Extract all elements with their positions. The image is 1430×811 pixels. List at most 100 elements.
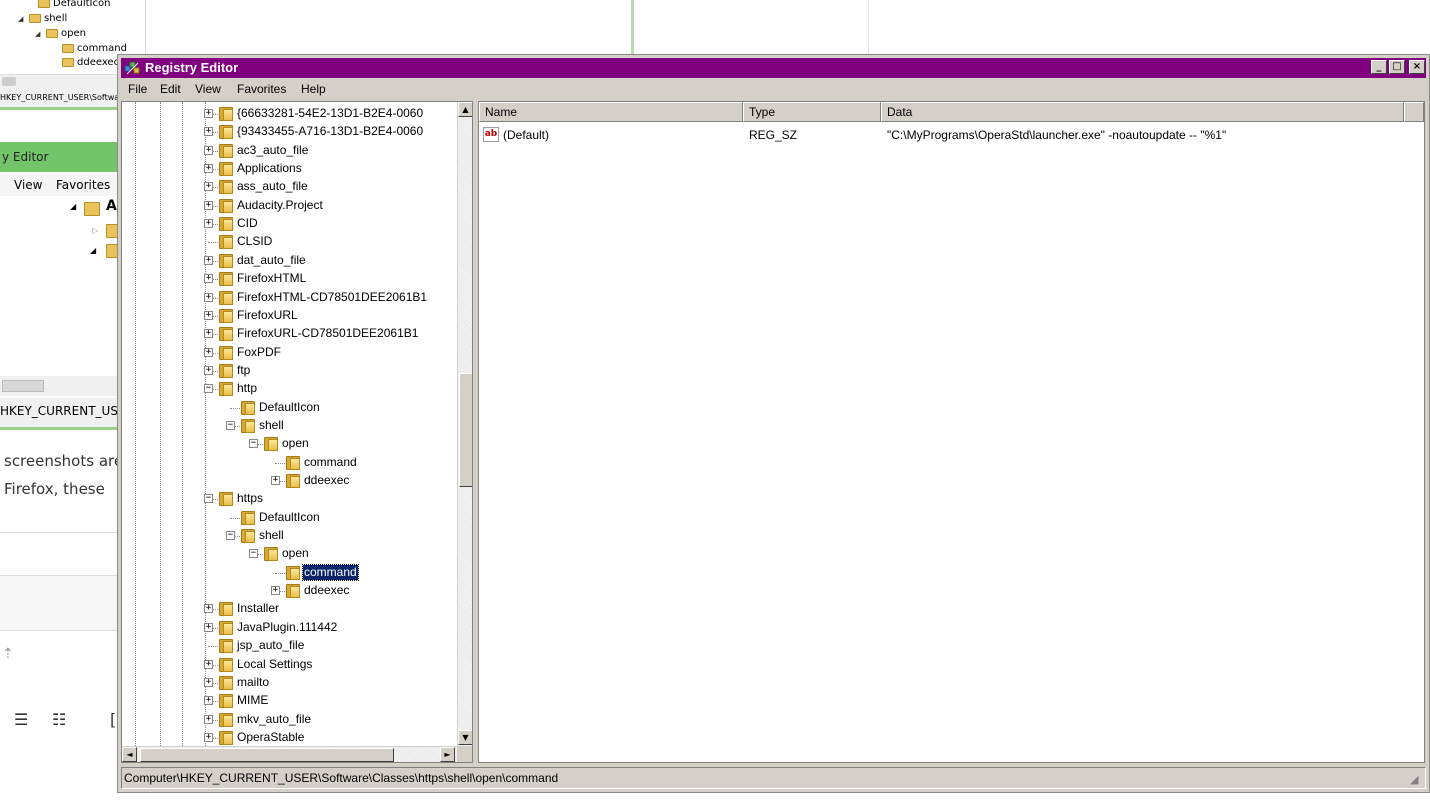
expand-button[interactable]: + [204, 274, 213, 284]
collapse-button[interactable]: − [249, 439, 258, 449]
tree-node-label[interactable]: FoxPDF [236, 345, 282, 360]
tree-node-label[interactable]: mkv_auto_file [236, 712, 312, 727]
tree-node-label[interactable]: Local Settings [236, 657, 313, 672]
collapse-button[interactable]: − [226, 531, 235, 541]
tree-node-label[interactable]: DefaultIcon [258, 510, 321, 525]
tree-node-label[interactable]: jsp_auto_file [236, 638, 305, 653]
collapse-button[interactable]: − [226, 420, 235, 430]
expand-button[interactable]: + [204, 164, 213, 174]
expand-button[interactable]: + [204, 219, 213, 229]
values-list-pane[interactable]: Name Type Data ab (Default) REG_SZ "C:\M… [478, 101, 1425, 763]
tree-node-label[interactable]: https [236, 491, 264, 506]
tree-horizontal-scrollbar[interactable]: ◄ ► [122, 746, 457, 762]
upload-icon[interactable]: ⇡ [2, 646, 14, 662]
bg-horizontal-scrollbar[interactable] [0, 376, 120, 396]
expand-button[interactable]: + [204, 127, 213, 137]
expand-button[interactable]: + [204, 732, 213, 742]
tree-node-label[interactable]: {66633281-54E2-13D1-B2E4-0060 [236, 106, 424, 121]
tree-node-label[interactable]: open [281, 436, 310, 451]
expand-button[interactable]: + [204, 310, 213, 320]
tree-node-label[interactable]: CLSID [236, 234, 273, 249]
maximize-button[interactable]: □ [1389, 60, 1405, 74]
bracket-icon[interactable]: [ [110, 710, 116, 729]
tree-node-label[interactable]: ddeexec [303, 473, 350, 488]
menu-view[interactable]: View [195, 82, 221, 96]
tree-node-label[interactable]: {93433455-A716-13D1-B2E4-0060 [236, 124, 424, 139]
bullet-list-icon[interactable]: ☰ [14, 710, 28, 729]
bg-menu-favorites[interactable]: Favorites [56, 174, 110, 196]
menu-help[interactable]: Help [301, 82, 326, 96]
tree-node-label[interactable]: Applications [236, 161, 303, 176]
scroll-left-button[interactable]: ◄ [122, 747, 137, 762]
tree-node-label[interactable]: ac3_auto_file [236, 143, 309, 158]
tree-node-label[interactable]: mailto [236, 675, 270, 690]
scroll-up-button[interactable]: ▲ [458, 102, 472, 117]
tree-node-label-selected[interactable]: command [302, 563, 359, 581]
expand-button[interactable]: + [204, 109, 213, 118]
minimize-button[interactable]: _ [1371, 60, 1387, 74]
expand-button[interactable]: + [204, 182, 213, 192]
tree-node-label[interactable]: MIME [236, 693, 269, 708]
bg-tree-item[interactable]: ◢ shell [18, 13, 67, 24]
tree-node-label[interactable]: OperaStable [236, 730, 305, 745]
expand-button[interactable]: + [204, 604, 213, 614]
tree-node-label[interactable]: ass_auto_file [236, 179, 309, 194]
scroll-thumb[interactable] [2, 77, 16, 86]
expand-button[interactable]: + [204, 200, 213, 210]
close-button[interactable]: × [1409, 60, 1425, 74]
expand-button[interactable]: + [271, 476, 280, 485]
tree-node-label[interactable]: FirefoxHTML [236, 271, 307, 286]
column-name-header[interactable]: Name [479, 102, 743, 122]
expand-button[interactable]: + [204, 292, 213, 302]
tree-node-label[interactable]: FirefoxURL-CD78501DEE2061B1 [236, 326, 419, 341]
tree-node-label[interactable]: open [281, 546, 310, 561]
expand-button[interactable]: + [204, 329, 213, 339]
tree-node-label[interactable]: JavaPlugin.111442 [236, 620, 338, 635]
tree-node-label[interactable]: shell [258, 418, 285, 433]
collapse-button[interactable]: − [204, 494, 213, 504]
tree-node-label[interactable]: ddeexec [303, 583, 350, 598]
expand-button[interactable]: + [204, 714, 213, 724]
tree-node-label[interactable]: ftp [236, 363, 251, 378]
tree-node-label[interactable]: DefaultIcon [258, 400, 321, 415]
collapse-button[interactable]: − [249, 549, 258, 559]
tree-node-label[interactable]: dat_auto_file [236, 253, 307, 268]
expand-button[interactable]: + [204, 659, 213, 669]
tree-node-label[interactable]: Audacity.Project [236, 198, 324, 213]
expand-button[interactable]: + [204, 365, 213, 375]
key-tree-pane[interactable]: + {66633281-54E2-13D1-B2E4-0060 + {93433455… [121, 101, 473, 763]
expand-button[interactable]: + [204, 696, 213, 706]
bg-tree-item[interactable]: ◢ open [35, 28, 86, 39]
tree-node-label[interactable]: CID [236, 216, 259, 231]
tree-node-label[interactable]: FirefoxHTML-CD78501DEE2061B1 [236, 290, 428, 305]
scroll-thumb[interactable] [2, 380, 44, 392]
resize-grip-icon[interactable]: ◢ [1410, 774, 1422, 786]
scroll-thumb[interactable] [140, 748, 394, 762]
tree-node-label[interactable]: shell [258, 528, 285, 543]
bg-tree-item[interactable]: command [62, 43, 127, 54]
bg-tree-item[interactable]: ddeexec [62, 57, 119, 68]
column-data-header[interactable]: Data [881, 102, 1404, 122]
tree-node-label[interactable]: FirefoxURL [236, 308, 299, 323]
bg-tree-item[interactable]: DefaultIcon [38, 0, 110, 9]
scroll-down-button[interactable]: ▼ [458, 730, 472, 745]
tree-node-label[interactable]: http [236, 381, 258, 396]
expand-button[interactable]: + [204, 255, 213, 265]
scroll-right-button[interactable]: ► [440, 747, 455, 762]
tree-node-label[interactable]: command [303, 455, 358, 470]
menu-favorites[interactable]: Favorites [237, 82, 286, 96]
menu-file[interactable]: File [128, 82, 147, 96]
expand-button[interactable]: + [204, 347, 213, 357]
collapse-button[interactable]: − [204, 384, 213, 394]
expand-button[interactable]: + [204, 622, 213, 632]
bg-menu-view[interactable]: View [14, 174, 42, 196]
table-row[interactable]: ab (Default) REG_SZ "C:\MyPrograms\Opera… [479, 126, 1424, 144]
menu-edit[interactable]: Edit [160, 82, 181, 96]
expand-button[interactable]: + [204, 145, 213, 155]
numbered-list-icon[interactable]: ☷ [52, 710, 66, 729]
title-bar[interactable]: Registry Editor _ □ × [121, 58, 1426, 78]
expand-button[interactable]: + [204, 677, 213, 687]
expand-button[interactable]: + [271, 586, 280, 596]
tree-vertical-scrollbar[interactable]: ▲ ▼ [457, 102, 472, 746]
column-type-header[interactable]: Type [743, 102, 881, 122]
